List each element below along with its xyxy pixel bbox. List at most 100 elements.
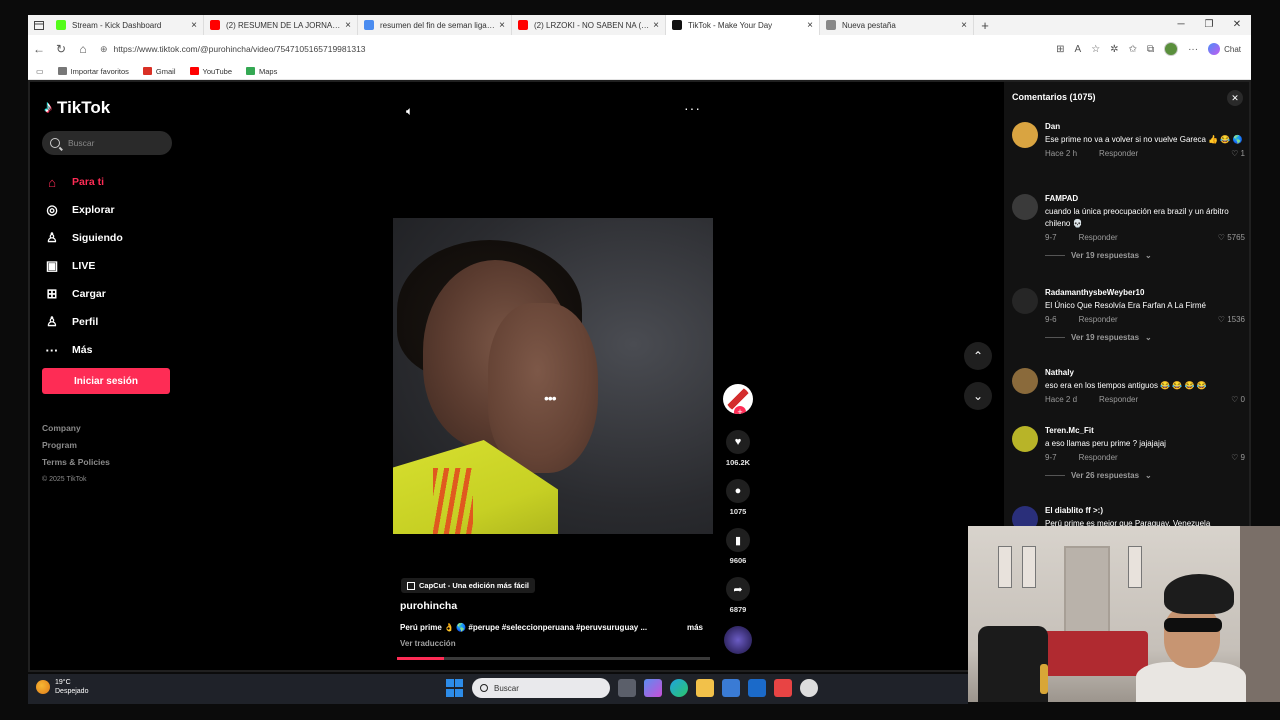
close-comments-icon[interactable]: ✕ [1227, 90, 1243, 106]
view-replies-button[interactable]: Ver 26 respuestas ⌄ [1045, 471, 1245, 480]
footer-terms-link[interactable]: Terms & Policies [42, 454, 110, 471]
close-tab-icon[interactable]: × [499, 20, 505, 31]
view-replies-button[interactable]: Ver 19 respuestas ⌄ [1045, 333, 1245, 342]
taskbar-search[interactable]: Buscar [472, 678, 610, 698]
comment-username[interactable]: Dan [1045, 122, 1245, 131]
task-view-icon[interactable] [618, 679, 636, 697]
sidebar-item-perfil[interactable]: ♙ Perfil [44, 308, 123, 336]
comment-avatar[interactable] [1012, 194, 1038, 220]
comment-like-button[interactable]: ♡ 5765 [1218, 233, 1245, 242]
url-field[interactable]: ⊕ https://www.tiktok.com/@purohincha/vid… [100, 39, 1020, 59]
sidebar-item-m-s[interactable]: ··· Más [44, 336, 123, 364]
footer-program-link[interactable]: Program [42, 437, 110, 454]
caption-more-link[interactable]: más [687, 623, 703, 632]
settings-gear-icon[interactable] [800, 679, 818, 697]
browser-tab[interactable]: resumen del fin de seman liga ita... × [358, 15, 512, 35]
read-aloud-icon[interactable]: A [1075, 44, 1082, 55]
app-available-icon[interactable]: ⊞ [1056, 44, 1064, 55]
reload-icon[interactable]: ↻ [50, 42, 72, 56]
follow-plus-icon[interactable]: + [734, 406, 746, 414]
mail-app-icon[interactable] [774, 679, 792, 697]
sidebar-item-live[interactable]: ▣ LIVE [44, 252, 123, 280]
comment-like-button[interactable]: ♡ 1536 [1218, 315, 1245, 324]
comment-avatar[interactable] [1012, 288, 1038, 314]
bookmark-item[interactable]: Maps [246, 67, 277, 76]
comment-username[interactable]: FAMPAD [1045, 194, 1245, 203]
reply-button[interactable]: Responder [1079, 453, 1118, 462]
weather-widget[interactable]: 19°C Despejado [36, 678, 88, 696]
tiktok-logo[interactable]: ♪ TikTok [44, 98, 110, 118]
sidebar-item-explorar[interactable]: ◎ Explorar [44, 196, 123, 224]
video-player[interactable]: ••• [393, 218, 713, 534]
creator-avatar[interactable]: + [723, 384, 753, 414]
browser-tab[interactable]: Nueva pestaña × [820, 15, 974, 35]
reply-button[interactable]: Responder [1099, 149, 1138, 158]
reply-button[interactable]: Responder [1079, 233, 1118, 242]
start-button[interactable] [446, 679, 464, 697]
sidebar-item-siguiendo[interactable]: ♙ Siguiendo [44, 224, 123, 252]
site-info-icon[interactable]: ⊕ [100, 44, 108, 55]
search-input[interactable]: Buscar [42, 131, 172, 155]
favorites-icon[interactable]: ✩ [1129, 44, 1137, 55]
sidebar-toggle-icon[interactable]: ▭ [36, 67, 44, 76]
comment-username[interactable]: El diablito ff >:) [1045, 506, 1245, 515]
extensions-icon[interactable]: ✲ [1110, 44, 1118, 55]
video-more-options-icon[interactable]: ··· [684, 100, 701, 116]
comment-like-button[interactable]: ♡ 9 [1231, 453, 1245, 462]
volume-icon[interactable]: 🔈︎ [406, 104, 413, 119]
bookmark-item[interactable]: YouTube [189, 67, 232, 76]
save-button[interactable]: ▮ [726, 528, 750, 552]
favorite-star-icon[interactable]: ☆ [1091, 44, 1100, 55]
copilot-taskbar-icon[interactable] [644, 679, 662, 697]
translate-link[interactable]: Ver traducción [400, 639, 456, 648]
sidebar-item-cargar[interactable]: ⊞ Cargar [44, 280, 123, 308]
edge-icon[interactable] [670, 679, 688, 697]
close-tab-icon[interactable]: × [961, 20, 967, 31]
close-window-icon[interactable]: ✕ [1223, 15, 1251, 35]
new-tab-button[interactable]: + [974, 18, 996, 33]
minimize-icon[interactable]: ─ [1167, 15, 1195, 35]
video-author[interactable]: purohincha [400, 600, 457, 612]
login-button[interactable]: Iniciar sesión [42, 368, 170, 394]
close-tab-icon[interactable]: × [345, 20, 351, 31]
capcut-badge[interactable]: CapCut - Una edición más fácil [401, 578, 536, 593]
close-tab-icon[interactable]: × [807, 20, 813, 31]
tab-actions-icon[interactable] [28, 15, 50, 35]
comment-username[interactable]: Nathaly [1045, 368, 1245, 377]
profile-avatar[interactable] [1164, 42, 1179, 56]
comment-like-button[interactable]: ♡ 0 [1231, 395, 1245, 404]
music-disc-icon[interactable] [724, 626, 752, 654]
store-icon[interactable] [722, 679, 740, 697]
comment-avatar[interactable] [1012, 368, 1038, 394]
previous-video-button[interactable]: ⌃ [964, 342, 992, 370]
like-button[interactable]: ♥ [726, 430, 750, 454]
collections-icon[interactable]: ⧉ [1147, 44, 1154, 55]
file-explorer-icon[interactable] [696, 679, 714, 697]
browser-tab[interactable]: (2) RESUMEN DE LA JORNADA 12...× [204, 15, 358, 35]
copilot-chat-button[interactable]: Chat [1208, 43, 1241, 55]
comment-username[interactable]: RadamanthysbeWeyber10 [1045, 288, 1245, 297]
sidebar-item-para-ti[interactable]: ⌂ Para ti [44, 168, 123, 196]
footer-company-link[interactable]: Company [42, 420, 110, 437]
share-button[interactable]: ➦ [726, 577, 750, 601]
view-replies-button[interactable]: Ver 19 respuestas ⌄ [1045, 251, 1245, 260]
home-icon[interactable]: ⌂ [72, 42, 94, 56]
outlook-icon[interactable] [748, 679, 766, 697]
back-icon[interactable]: ← [28, 42, 50, 56]
bookmark-item[interactable]: Importar favoritos [57, 67, 129, 76]
bookmark-item[interactable]: Gmail [142, 67, 176, 76]
browser-tab[interactable]: (2) LRZOKI - NO SABEN NA (OFIC... × [512, 15, 666, 35]
browser-tab[interactable]: TikTok - Make Your Day × [666, 15, 820, 35]
reply-button[interactable]: Responder [1099, 395, 1138, 404]
reply-button[interactable]: Responder [1079, 315, 1118, 324]
video-progress-bar[interactable] [397, 657, 710, 660]
close-tab-icon[interactable]: × [191, 20, 197, 31]
next-video-button[interactable]: ⌄ [964, 382, 992, 410]
comment-username[interactable]: Teren.Mc_Fit [1045, 426, 1245, 435]
comment-avatar[interactable] [1012, 426, 1038, 452]
settings-more-icon[interactable]: ··· [1188, 44, 1198, 55]
close-tab-icon[interactable]: × [653, 20, 659, 31]
maximize-icon[interactable]: ❐ [1195, 15, 1223, 35]
comment-button[interactable]: ● [726, 479, 750, 503]
browser-tab[interactable]: Stream - Kick Dashboard × [50, 15, 204, 35]
